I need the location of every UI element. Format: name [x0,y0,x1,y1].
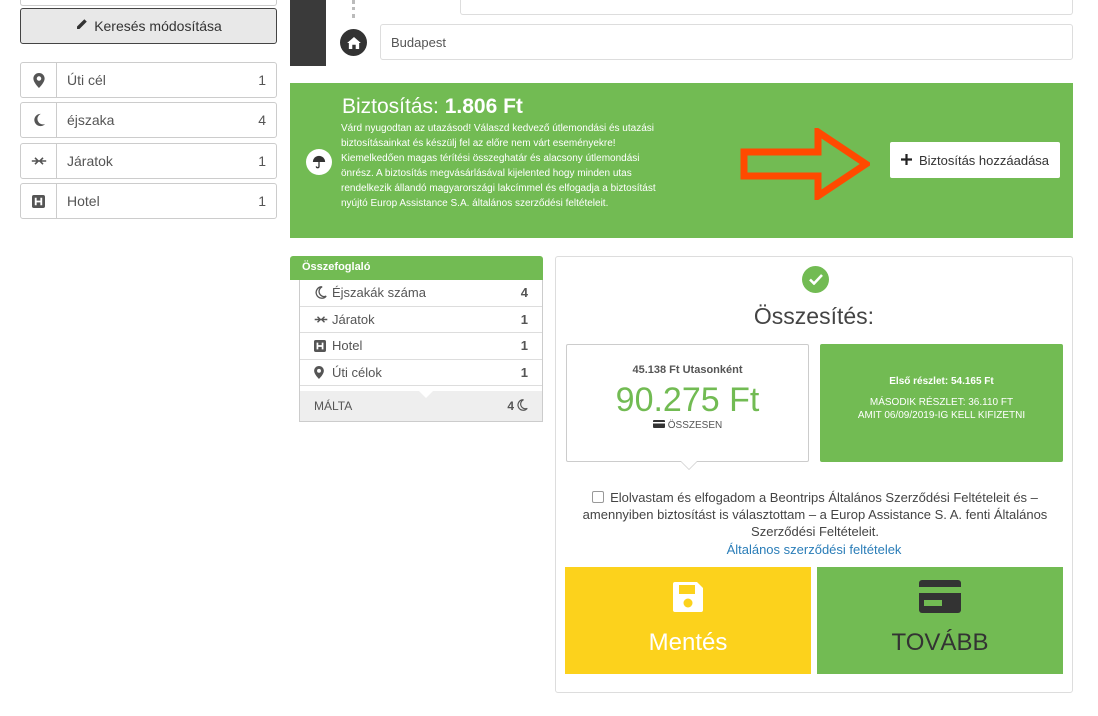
terms-text: Elolvastam és elfogadom a Beontrips Álta… [582,490,1048,539]
total-panel: Összesítés: 45.138 Ft Utasonként 90.275 … [555,256,1073,693]
installment-card: Első részlet: 54.165 Ft MÁSODIK RÉSZLET:… [820,344,1063,462]
price-per-person: 45.138 Ft Utasonként [632,364,743,376]
previous-sidebar-card [20,0,277,6]
hotel-icon [21,184,57,218]
summary-notch [418,390,434,398]
destination-nights: 4 [507,399,514,413]
insurance-title-prefix: Biztosítás: [342,95,439,118]
sidebar-item-label: Járatok [67,153,113,169]
map-pin-icon [21,63,57,97]
summary-row-label: Úti célok [332,364,382,380]
summary-row-nights: Éjszakák száma 4 [300,280,542,307]
hotel-icon [314,339,332,352]
insurance-title: Biztosítás: 1.806 Ft [342,95,523,119]
home-icon [340,29,367,56]
first-installment: Első részlet: 54.165 Ft [889,376,994,387]
summary-card: Éjszakák száma 4 Járatok 1 Hotel 1 Úti c… [299,280,543,422]
departure-city-value: Budapest [391,34,446,50]
sidebar-item-count: 4 [258,112,266,128]
credit-card-icon [817,580,1063,613]
floppy-disk-icon [565,580,811,614]
second-installment: MÁSODIK RÉSZLET: 36.110 FT [869,397,1014,408]
sidebar-item-count: 1 [258,193,266,209]
credit-card-icon [652,420,665,431]
modify-search-button[interactable]: Keresés módosítása [20,8,277,44]
next-label: TOVÁBB [891,629,989,656]
total-price: 90.275 Ft [615,381,760,419]
previous-field [460,0,1073,15]
save-label: Mentés [648,629,728,656]
umbrella-icon [306,149,332,175]
sidebar-item-destination: Úti cél 1 [20,62,277,98]
summary-row-hotel: Hotel 1 [300,333,542,360]
summary-header: Összefoglaló [290,256,543,280]
summary-destination-row: MÁLTA 4 [300,390,542,421]
insurance-price: 1.806 Ft [444,95,523,118]
summary-row-label: Járatok [332,311,375,327]
destination-name: MÁLTA [314,399,353,413]
plus-icon [900,153,912,168]
pencil-icon [75,18,88,34]
installment-due-date: AMIT 06/09/2019-IG KELL KIFIZETNI [857,410,1026,421]
modify-search-label: Keresés módosítása [94,18,222,34]
summary-row-count: 4 [520,285,528,301]
next-button[interactable]: TOVÁBB [817,567,1063,674]
summary-row-flights: Járatok 1 [300,307,542,333]
sidebar-item-label: Hotel [67,193,100,209]
add-insurance-button[interactable]: Biztosítás hozzáadása [890,142,1060,178]
summary-row-count: 1 [520,311,528,327]
price-card: 45.138 Ft Utasonként 90.275 Ft ÖSSZESEN [566,344,809,470]
summary-row-label: Éjszakák száma [332,285,426,301]
sidebar-item-count: 1 [258,72,266,88]
insurance-description: Várd nyugodtan az utazásod! Válaszd kedv… [341,123,656,209]
moon-icon [516,398,528,414]
moon-icon [314,286,332,300]
arrow-right-icon [740,125,873,205]
terms-link[interactable]: Általános szerződési feltételek [556,542,1072,557]
map-pin-icon [314,365,332,379]
check-circle-icon [802,266,829,293]
sidebar-item-label: éjszaka [67,112,115,128]
total-label: ÖSSZESEN [667,420,723,431]
timeline-column [290,0,326,66]
save-button[interactable]: Mentés [565,567,811,674]
sidebar-item-hotel: Hotel 1 [20,183,277,219]
departure-city-field[interactable]: Budapest [380,24,1073,60]
total-title: Összesítés: [753,303,875,329]
timeline-dots [352,0,355,18]
summary-row-destinations: Úti célok 1 [300,360,542,386]
insurance-banner: Biztosítás: 1.806 Ft Várd nyugodtan az u… [290,83,1073,238]
sidebar-item-label: Úti cél [67,72,106,88]
summary-row-count: 1 [520,338,528,354]
sidebar-item-count: 1 [258,153,266,169]
moon-icon [21,103,57,137]
terms-checkbox[interactable] [592,491,605,503]
sidebar-item-flights: Járatok 1 [20,143,277,179]
add-insurance-label: Biztosítás hozzáadása [918,152,1050,168]
sidebar-item-nights: éjszaka 4 [20,102,277,138]
plane-icon [21,144,57,178]
terms-agreement: Elolvastam és elfogadom a Beontrips Álta… [576,489,1054,540]
summary-row-count: 1 [520,364,528,380]
summary-row-label: Hotel [332,338,363,354]
plane-icon [314,315,332,324]
